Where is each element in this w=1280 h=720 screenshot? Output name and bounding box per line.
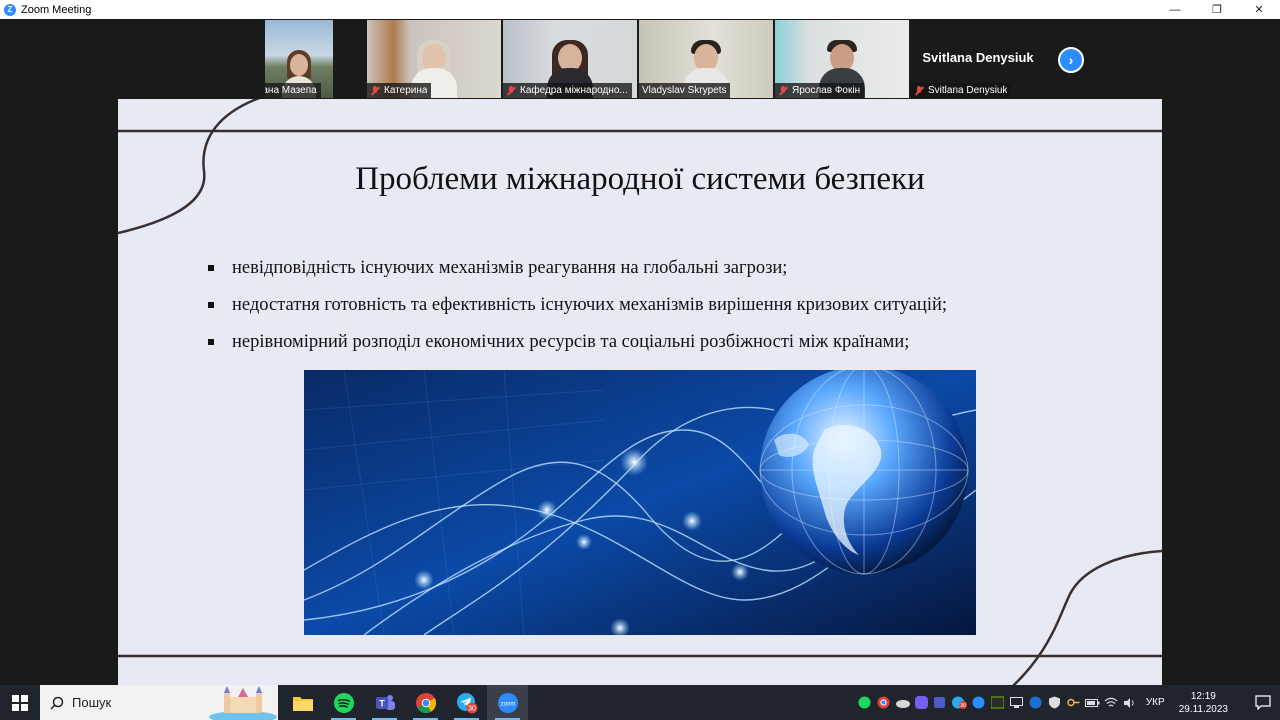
chrome-app[interactable] <box>405 685 446 720</box>
clock-date: 29.11.2023 <box>1178 703 1228 715</box>
input-language[interactable]: УКР <box>1146 697 1165 708</box>
participant-namebar: Ярослав Фокін <box>775 83 865 98</box>
maximize-button[interactable]: ❐ <box>1196 0 1238 19</box>
participant-namebar: Диана Мазепа <box>265 83 321 98</box>
telegram-app[interactable]: 30 <box>446 685 487 720</box>
teams-app[interactable]: T <box>364 685 405 720</box>
participant-name: Диана Мазепа <box>265 85 317 96</box>
system-tray: 30 УКР 12:19 29.11.2023 <box>857 685 1280 720</box>
gallery-next-page-button[interactable]: › <box>1058 47 1084 73</box>
participant-namebar: Vladyslav Skrypets <box>639 83 731 98</box>
participant-namebar: Кафедра міжнародно... <box>503 83 632 98</box>
windows-taskbar: Пошук T 30 zoom 30 УКР 12:19 29.11.2023 <box>0 685 1280 720</box>
security-shield-icon[interactable] <box>1047 695 1062 710</box>
zoom-app[interactable]: zoom <box>487 685 528 720</box>
telegram-unread-badge: 30 <box>468 705 476 712</box>
spotify-app[interactable] <box>323 685 364 720</box>
participant-tile[interactable]: Svitlana Denysiuk Svitlana Denysiuk <box>911 20 1045 98</box>
minimize-button[interactable]: — <box>1154 0 1196 19</box>
wifi-icon[interactable] <box>1104 695 1119 710</box>
slide-bullet: невідповідність існуючих механізмів реаг… <box>208 257 947 294</box>
taskbar-search-box[interactable]: Пошук <box>40 685 278 720</box>
muted-mic-icon <box>914 85 924 96</box>
window-title: Zoom Meeting <box>21 3 92 16</box>
display-icon[interactable] <box>1009 695 1024 710</box>
muted-mic-icon <box>370 85 380 96</box>
start-button[interactable] <box>0 685 40 720</box>
zoom-icon: zoom <box>497 692 518 713</box>
window-controls: — ❐ ✕ <box>1154 0 1280 19</box>
chrome-icon <box>415 692 436 713</box>
nvidia-icon[interactable] <box>990 695 1005 710</box>
folder-icon <box>292 696 313 711</box>
muted-mic-icon <box>506 85 516 96</box>
participant-tile[interactable]: Катерина <box>367 20 501 98</box>
search-highlight-castle-icon <box>209 686 277 720</box>
teams-icon: T <box>375 694 395 710</box>
participant-namebar: Катерина <box>367 83 432 98</box>
slide-bullet: нерівномірний розподіл економічних ресур… <box>208 331 947 368</box>
battery-icon[interactable] <box>1084 695 1100 710</box>
notification-icon <box>1255 695 1271 710</box>
participant-name: Vladyslav Skrypets <box>642 85 727 96</box>
tray-telegram-badge: 30 <box>960 703 966 709</box>
participant-name: Кафедра міжнародно... <box>520 85 628 96</box>
telegram-tray-icon[interactable]: 30 <box>951 695 967 710</box>
participant-name: Катерина <box>384 85 428 96</box>
search-placeholder: Пошук <box>72 695 112 710</box>
slide-title: Проблеми міжнародної системи безпеки <box>355 161 925 197</box>
participant-tile[interactable]: Кафедра міжнародно... <box>503 20 637 98</box>
search-icon <box>50 696 64 710</box>
key-icon[interactable] <box>1066 695 1081 710</box>
shared-screen-slide: Проблеми міжнародної системи безпеки нев… <box>118 99 1162 685</box>
zoom-tray-icon[interactable] <box>971 695 986 710</box>
participant-tile-active-speaker[interactable]: Vladyslav Skrypets <box>639 20 773 98</box>
telegram-icon: 30 <box>456 692 477 713</box>
taskbar-clock[interactable]: 12:19 29.11.2023 <box>1179 690 1228 716</box>
chevron-right-icon: › <box>1068 52 1074 68</box>
participant-name: Svitlana Denysiuk <box>928 85 1008 96</box>
teams-tray-icon[interactable] <box>933 695 948 710</box>
spotify-icon <box>333 692 354 713</box>
spotify-tray-icon[interactable] <box>857 695 872 710</box>
participant-tile[interactable]: Ярослав Фокін <box>775 20 909 98</box>
windows-logo-icon <box>12 694 28 711</box>
zoom-logo-icon: Z <box>4 3 16 16</box>
meeting-area: Диана Мазепа Катерина <box>0 19 1280 685</box>
taskbar-pinned-apps: T 30 zoom <box>282 685 528 720</box>
viber-icon[interactable] <box>914 695 929 710</box>
chrome-tray-icon[interactable] <box>876 695 891 710</box>
svg-text:zoom: zoom <box>500 701 515 707</box>
tray-icons: 30 <box>857 695 1138 710</box>
globe-network-image <box>304 370 976 635</box>
onedrive-icon[interactable] <box>895 695 910 710</box>
bluetooth-icon[interactable] <box>1028 695 1043 710</box>
file-explorer-app[interactable] <box>282 685 323 720</box>
participant-namebar: Svitlana Denysiuk <box>911 83 1012 98</box>
participant-name: Ярослав Фокін <box>792 85 861 96</box>
close-button[interactable]: ✕ <box>1238 0 1280 19</box>
slide-bullet: недостатня готовність та ефективність іс… <box>208 294 947 331</box>
window-titlebar: Z Zoom Meeting — ❐ ✕ <box>0 0 1280 19</box>
slide-bullet-list: невідповідність існуючих механізмів реаг… <box>208 257 947 368</box>
volume-icon[interactable] <box>1123 695 1138 710</box>
clock-time: 12:19 <box>1190 690 1216 702</box>
muted-mic-icon <box>778 85 788 96</box>
svg-text:T: T <box>379 698 385 708</box>
participant-tile[interactable]: Диана Мазепа <box>265 20 333 98</box>
participant-display-name: Svitlana Denysiuk <box>922 50 1034 65</box>
notification-center-button[interactable] <box>1246 685 1280 720</box>
participant-gallery: Диана Мазепа Катерина <box>233 20 1045 99</box>
